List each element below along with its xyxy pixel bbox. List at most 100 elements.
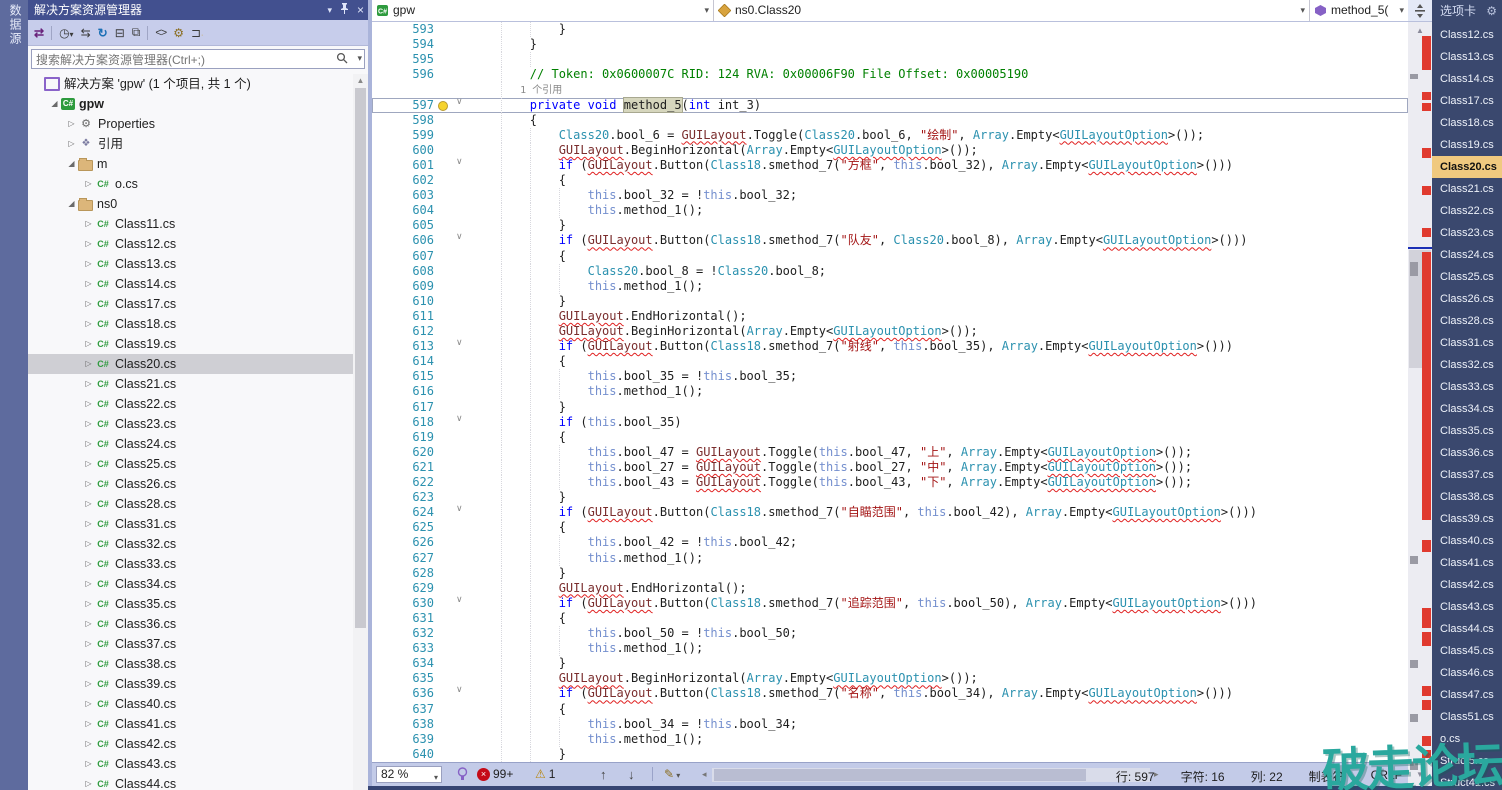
tree-item-class37-cs[interactable]: ▷ C# Class37.cs xyxy=(28,634,353,654)
outline-collapse-icon[interactable]: ∨ xyxy=(456,684,463,695)
tree-item-class17-cs[interactable]: ▷ C# Class17.cs xyxy=(28,294,353,314)
pending-changes-filter-icon[interactable]: ◷▾ xyxy=(59,26,74,40)
tree-item-class34-cs[interactable]: ▷ C# Class34.cs xyxy=(28,574,353,594)
tab-item-class44-cs[interactable]: Class44.cs xyxy=(1432,618,1502,640)
collapsed-arrow-icon[interactable]: ▷ xyxy=(83,694,94,714)
code-line-634[interactable]: 634 } xyxy=(372,656,1408,672)
code-line-598[interactable]: 598 { xyxy=(372,112,1408,128)
tab-item-class40-cs[interactable]: Class40.cs xyxy=(1432,530,1502,552)
tree-item-class12-cs[interactable]: ▷ C# Class12.cs xyxy=(28,234,353,254)
code-line-622[interactable]: 622 this.bool_43 = GUILayout.Toggle(this… xyxy=(372,475,1408,491)
collapsed-arrow-icon[interactable]: ▷ xyxy=(83,634,94,654)
code-line-600[interactable]: 600 GUILayout.BeginHorizontal(Array.Empt… xyxy=(372,142,1408,158)
code-line-602[interactable]: 602 { xyxy=(372,173,1408,189)
intellisense-icon[interactable] xyxy=(456,767,469,784)
collapsed-arrow-icon[interactable]: ▷ xyxy=(83,654,94,674)
code-line-613[interactable]: 613 ∨ if (GUILayout.Button(Class18.smetho… xyxy=(372,337,1408,355)
tree-item-class18-cs[interactable]: ▷ C# Class18.cs xyxy=(28,314,353,334)
collapsed-arrow-icon[interactable]: ▷ xyxy=(83,414,94,434)
tab-item-class41-cs[interactable]: Class41.cs xyxy=(1432,552,1502,574)
member-dropdown[interactable]: method_5( ▾ xyxy=(1310,0,1408,21)
code-line-628[interactable]: 628 } xyxy=(372,565,1408,581)
code-line-640[interactable]: 640 } xyxy=(372,746,1408,762)
tab-item-class21-cs[interactable]: Class21.cs xyxy=(1432,178,1502,200)
hscrollbar-thumb[interactable] xyxy=(714,769,1086,781)
tab-item-class33-cs[interactable]: Class33.cs xyxy=(1432,376,1502,398)
tab-item-class24-cs[interactable]: Class24.cs xyxy=(1432,244,1502,266)
collapsed-arrow-icon[interactable]: ▷ xyxy=(83,534,94,554)
solution-explorer-titlebar[interactable]: 解决方案资源管理器 ▾ × xyxy=(28,0,368,20)
codelens-row[interactable]: 1 个引用 xyxy=(372,82,1408,98)
tree-scrollbar-thumb[interactable] xyxy=(355,88,366,628)
outline-collapse-icon[interactable]: ∨ xyxy=(456,231,463,242)
sync-with-active-document-icon[interactable]: ⇄ xyxy=(34,26,44,40)
collapsed-arrow-icon[interactable]: ▷ xyxy=(83,314,94,334)
collapsed-arrow-icon[interactable]: ▷ xyxy=(83,514,94,534)
code-line-629[interactable]: 629 GUILayout.EndHorizontal(); xyxy=(372,580,1408,596)
outline-collapse-icon[interactable]: ∨ xyxy=(456,503,463,514)
tree-item--[interactable]: ▷ ❖ 引用 xyxy=(28,134,353,154)
code-editor[interactable]: 593 } 594 } 595 596 // Token: 0x0600007C RI… xyxy=(372,22,1408,762)
code-line-633[interactable]: 633 this.method_1(); xyxy=(372,641,1408,657)
code-line-618[interactable]: 618 ∨ if (this.bool_35) xyxy=(372,413,1408,430)
tree-item-class11-cs[interactable]: ▷ C# Class11.cs xyxy=(28,214,353,234)
collapsed-arrow-icon[interactable]: ▷ xyxy=(83,334,94,354)
project-dropdown[interactable]: C# gpw ▾ xyxy=(372,0,714,21)
code-line-605[interactable]: 605 } xyxy=(372,218,1408,234)
code-line-594[interactable]: 594 } xyxy=(372,37,1408,53)
collapsed-arrow-icon[interactable]: ▷ xyxy=(83,454,94,474)
tab-item-class34-cs[interactable]: Class34.cs xyxy=(1432,398,1502,420)
view-code-icon[interactable]: <> xyxy=(155,27,167,39)
tree-item-ns0[interactable]: ◢ ns0 xyxy=(28,194,353,214)
tree-item-properties[interactable]: ▷ ⚙ Properties xyxy=(28,114,353,134)
code-line-614[interactable]: 614 { xyxy=(372,354,1408,370)
tab-item-class45-cs[interactable]: Class45.cs xyxy=(1432,640,1502,662)
collapsed-arrow-icon[interactable]: ▷ xyxy=(83,614,94,634)
code-line-617[interactable]: 617 } xyxy=(372,399,1408,415)
tab-item-class39-cs[interactable]: Class39.cs xyxy=(1432,508,1502,530)
collapsed-arrow-icon[interactable]: ▷ xyxy=(83,214,94,234)
tab-item-class46-cs[interactable]: Class46.cs xyxy=(1432,662,1502,684)
collapsed-arrow-icon[interactable]: ▷ xyxy=(83,394,94,414)
tree-item-class13-cs[interactable]: ▷ C# Class13.cs xyxy=(28,254,353,274)
code-line-599[interactable]: 599 Class20.bool_6 = GUILayout.Toggle(Cl… xyxy=(372,127,1408,143)
tree-item-class42-cs[interactable]: ▷ C# Class42.cs xyxy=(28,734,353,754)
tab-item-class36-cs[interactable]: Class36.cs xyxy=(1432,442,1502,464)
tab-item-class43-cs[interactable]: Class43.cs xyxy=(1432,596,1502,618)
code-line-615[interactable]: 615 this.bool_35 = !this.bool_35; xyxy=(372,369,1408,385)
tree-item-class28-cs[interactable]: ▷ C# Class28.cs xyxy=(28,494,353,514)
window-position-icon[interactable]: ▾ xyxy=(327,0,332,20)
tree-item-class32-cs[interactable]: ▷ C# Class32.cs xyxy=(28,534,353,554)
code-line-603[interactable]: 603 this.bool_32 = !this.bool_32; xyxy=(372,188,1408,204)
collapsed-arrow-icon[interactable]: ▷ xyxy=(83,554,94,574)
code-line-606[interactable]: 606 ∨ if (GUILayout.Button(Class18.smetho… xyxy=(372,231,1408,249)
tab-item-class22-cs[interactable]: Class22.cs xyxy=(1432,200,1502,222)
code-line-624[interactable]: 624 ∨ if (GUILayout.Button(Class18.smetho… xyxy=(372,503,1408,521)
hscroll-left-icon[interactable]: ◂ xyxy=(702,769,707,780)
search-dropdown-icon[interactable]: ▾ xyxy=(357,53,362,64)
warning-count[interactable]: ⚠ 1 xyxy=(535,767,555,781)
tab-item-class51-cs[interactable]: Class51.cs xyxy=(1432,706,1502,728)
code-line-637[interactable]: 637 { xyxy=(372,701,1408,717)
tab-item-class19-cs[interactable]: Class19.cs xyxy=(1432,134,1502,156)
tree-item-gpw[interactable]: ◢ C# gpw xyxy=(28,94,353,114)
code-line-597[interactable]: 597 ∨ private void method_5(int int_3) xyxy=(372,96,1408,113)
expanded-arrow-icon[interactable]: ◢ xyxy=(66,154,77,174)
tab-item-class23-cs[interactable]: Class23.cs xyxy=(1432,222,1502,244)
tab-item-class32-cs[interactable]: Class32.cs xyxy=(1432,354,1502,376)
outline-collapse-icon[interactable]: ∨ xyxy=(456,413,463,424)
tab-item-class17-cs[interactable]: Class17.cs xyxy=(1432,90,1502,112)
tree-item-class35-cs[interactable]: ▷ C# Class35.cs xyxy=(28,594,353,614)
tree-item-class14-cs[interactable]: ▷ C# Class14.cs xyxy=(28,274,353,294)
search-input[interactable] xyxy=(34,51,338,69)
collapsed-arrow-icon[interactable]: ▷ xyxy=(66,114,77,134)
code-line-636[interactable]: 636 ∨ if (GUILayout.Button(Class18.smetho… xyxy=(372,684,1408,702)
code-line-595[interactable]: 595 xyxy=(372,52,1408,68)
editor-vscrollbar[interactable]: ▲ ▼ xyxy=(1408,0,1432,786)
code-line-632[interactable]: 632 this.bool_50 = !this.bool_50; xyxy=(372,626,1408,642)
tree-item-class25-cs[interactable]: ▷ C# Class25.cs xyxy=(28,454,353,474)
previous-issue-button[interactable]: ↑ xyxy=(600,767,607,782)
properties-icon[interactable]: ⚙ xyxy=(173,26,184,40)
code-line-621[interactable]: 621 this.bool_27 = GUILayout.Toggle(this… xyxy=(372,459,1408,475)
collapsed-arrow-icon[interactable]: ▷ xyxy=(83,354,94,374)
